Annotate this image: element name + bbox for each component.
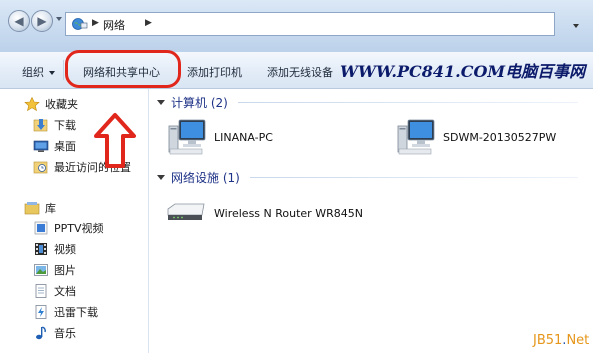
- recent-pages-dropdown-icon[interactable]: [56, 17, 62, 21]
- computer-label: SDWM-20130527PW: [443, 131, 557, 144]
- back-arrow-icon: ◀: [14, 14, 24, 28]
- annotation-arrow-icon: [94, 113, 136, 168]
- computer-icon: [168, 119, 206, 155]
- corner-logo-suffix: Net: [566, 333, 590, 348]
- network-globe-icon: [72, 18, 88, 30]
- breadcrumb-network[interactable]: 网络: [103, 17, 125, 33]
- back-button[interactable]: ◀: [8, 10, 30, 32]
- nav-item-downloads[interactable]: 下载: [33, 117, 76, 133]
- computer-label: LINANA-PC: [214, 131, 273, 144]
- corner-logo-prefix: JB51: [533, 333, 563, 348]
- thunder-download-icon: [35, 305, 47, 319]
- address-dropdown-icon[interactable]: [573, 24, 579, 28]
- group-header-label: 网络设施 (1): [171, 171, 240, 185]
- forward-button[interactable]: ▶: [31, 10, 53, 32]
- breadcrumb-separator-icon[interactable]: ▶: [145, 18, 152, 28]
- toolbar-divider: [63, 60, 64, 80]
- group-header-network-infrastructure[interactable]: 网络设施 (1): [157, 169, 240, 186]
- group-header-computers[interactable]: 计算机 (2): [157, 94, 228, 111]
- breadcrumb-separator-icon[interactable]: ▶: [92, 18, 99, 28]
- forward-arrow-icon: ▶: [37, 14, 47, 28]
- annotation-highlight-oval: [65, 50, 181, 88]
- desktop-icon: [33, 140, 49, 152]
- nav-item-label: 图片: [54, 264, 76, 277]
- nav-item-pptv-video[interactable]: PPTV视频: [33, 220, 104, 236]
- recent-places-icon: [33, 161, 48, 174]
- nav-item-music[interactable]: 音乐: [33, 325, 76, 341]
- nav-item-thunder-download[interactable]: 迅雷下载: [33, 304, 98, 320]
- downloads-folder-icon: [33, 119, 48, 132]
- nav-item-documents[interactable]: 文档: [33, 283, 76, 299]
- add-printer-button[interactable]: 添加打印机: [187, 64, 242, 80]
- group-divider: [238, 102, 578, 103]
- chevron-down-icon: [49, 71, 55, 75]
- organize-label: 组织: [22, 66, 44, 79]
- address-box[interactable]: ▶ 网络 ▶: [65, 12, 555, 36]
- nav-item-pictures[interactable]: 图片: [33, 262, 76, 278]
- router-label: Wireless N Router WR845N: [214, 207, 363, 220]
- nav-item-label: 下载: [54, 119, 76, 132]
- nav-item-label: 音乐: [54, 327, 76, 340]
- favorites-star-icon: [24, 97, 40, 111]
- documents-library-icon: [35, 284, 47, 298]
- nav-favorites-label: 收藏夹: [45, 98, 78, 111]
- corner-site-logo: JB51.Net: [533, 333, 589, 348]
- organize-button[interactable]: 组织: [22, 64, 55, 80]
- collapse-triangle-icon[interactable]: [157, 100, 165, 105]
- pictures-library-icon: [34, 264, 48, 276]
- add-wireless-device-button[interactable]: 添加无线设备: [267, 64, 333, 80]
- site-watermark: WWW.PC841.COM电脑百事网: [340, 62, 586, 81]
- nav-libraries-label: 库: [45, 202, 56, 215]
- music-library-icon: [36, 326, 46, 340]
- library-icon: [24, 202, 40, 215]
- nav-item-label: 文档: [54, 285, 76, 298]
- collapse-triangle-icon[interactable]: [157, 175, 165, 180]
- computer-icon: [397, 119, 435, 155]
- nav-item-desktop[interactable]: 桌面: [33, 138, 76, 154]
- nav-item-video[interactable]: 视频: [33, 241, 76, 257]
- nav-favorites[interactable]: 收藏夹: [24, 96, 78, 112]
- pptv-video-icon: [34, 221, 48, 235]
- group-divider: [250, 177, 578, 178]
- nav-item-label: 视频: [54, 243, 76, 256]
- group-header-label: 计算机 (2): [171, 96, 228, 110]
- nav-item-label: 迅雷下载: [54, 306, 98, 319]
- address-bar-area: ◀ ▶ ▶ 网络 ▶: [0, 0, 593, 52]
- nav-item-label: PPTV视频: [54, 222, 104, 235]
- nav-item-label: 桌面: [54, 140, 76, 153]
- nav-libraries[interactable]: 库: [24, 200, 56, 216]
- router-icon: [167, 203, 205, 220]
- video-library-icon: [35, 243, 47, 255]
